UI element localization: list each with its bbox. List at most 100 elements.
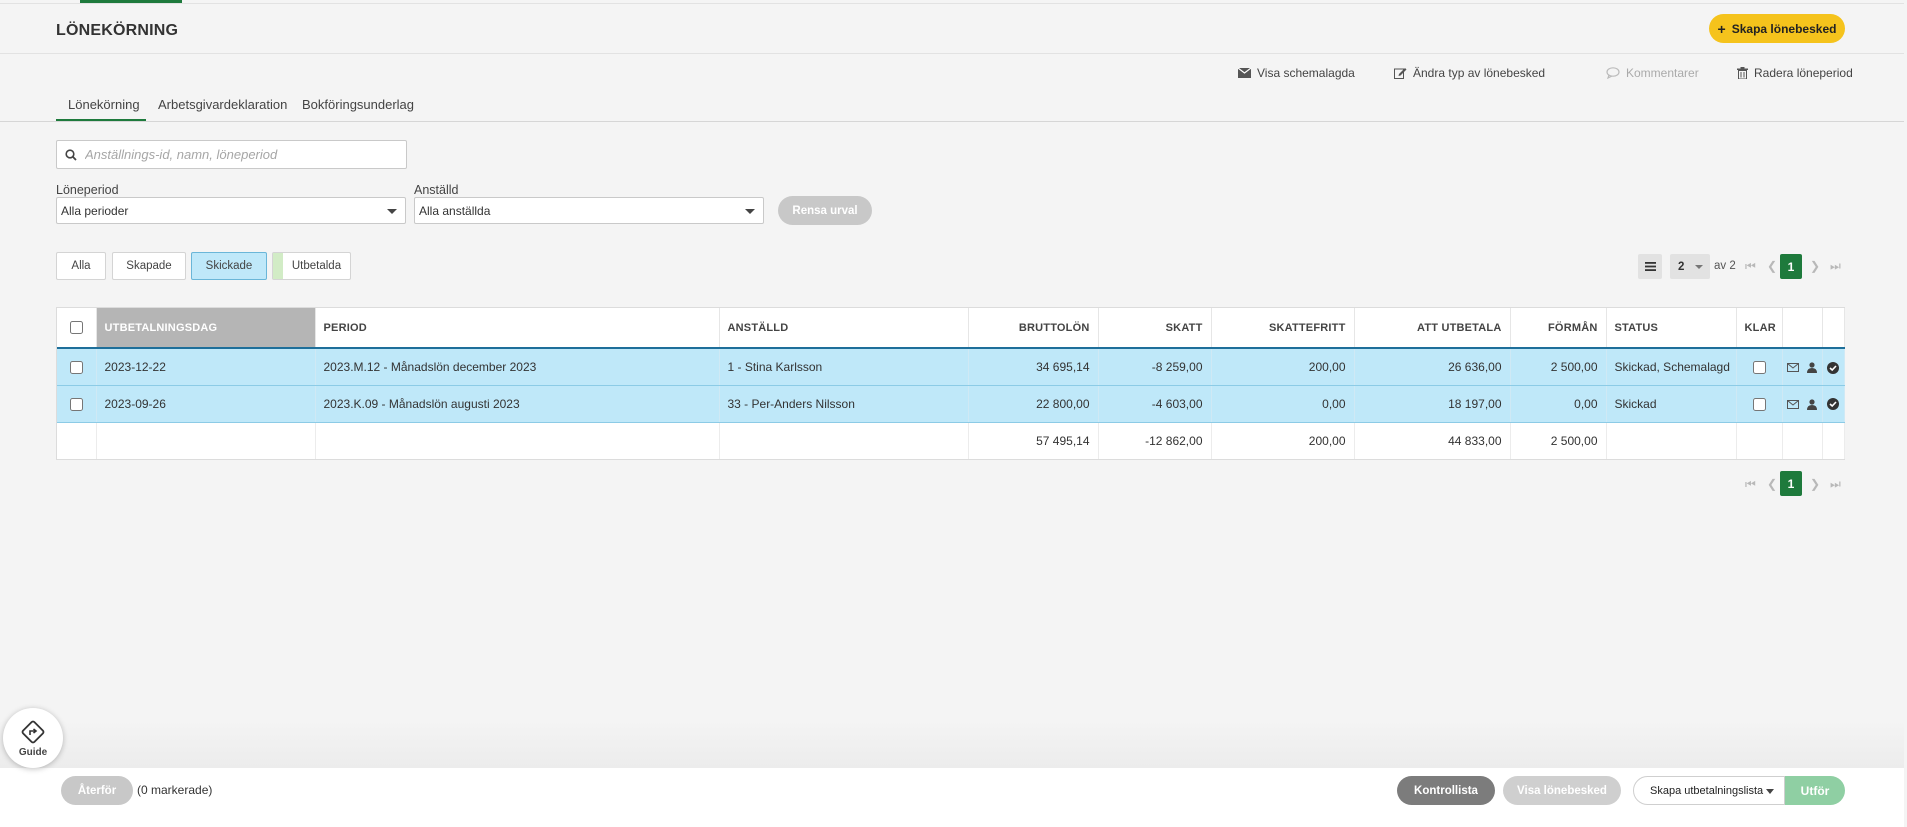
chevron-down-icon	[745, 209, 755, 214]
column-header-gross[interactable]: Bruttolön	[968, 308, 1099, 349]
comments-label: Kommentarer	[1626, 66, 1699, 80]
column-header-taxfree[interactable]: Skattefritt	[1211, 308, 1355, 349]
table-header-row: Utbetalningsdag Period Anställd Bruttolö…	[57, 308, 1845, 349]
user-icon[interactable]	[1806, 399, 1817, 410]
previous-page-icon[interactable]: ❮	[1767, 477, 1777, 491]
status-cell: Skickad	[1606, 385, 1737, 423]
payout-date-cell: 2023-09-26	[96, 385, 316, 423]
payout-list-select[interactable]: Skapa utbetalningslista	[1633, 776, 1785, 805]
plus-icon: +	[1717, 20, 1726, 37]
route-icon	[21, 720, 45, 743]
status-filter-paid[interactable]: Utbetalda	[272, 252, 351, 280]
payslip-table: Utbetalningsdag Period Anställd Bruttolö…	[56, 307, 1845, 460]
total-taxfree: 200,00	[1211, 422, 1355, 459]
employee-cell: 33 - Per-Anders Nilsson	[719, 385, 969, 423]
create-payslip-button[interactable]: + Skapa lönebesked	[1709, 14, 1845, 43]
employee-cell: 1 - Stina Karlsson	[719, 348, 969, 386]
status-filter-sent[interactable]: Skickade	[191, 252, 267, 280]
trash-icon	[1737, 67, 1748, 79]
gross-cell: 22 800,00	[968, 385, 1099, 423]
first-page-icon[interactable]: ⏮	[1745, 259, 1756, 274]
status-cell: Skickad, Schemalagd	[1606, 348, 1737, 386]
total-gross: 57 495,14	[968, 422, 1099, 459]
check-circle-icon	[1827, 398, 1839, 411]
last-page-icon[interactable]: ⏭	[1830, 259, 1841, 274]
period-select[interactable]: Alla perioder	[56, 197, 406, 224]
tab-employer-declaration[interactable]: Arbetsgivardeklaration	[158, 97, 287, 112]
next-page-icon[interactable]: ❯	[1810, 259, 1820, 273]
list-view-button[interactable]	[1638, 254, 1662, 279]
column-header-payout-date[interactable]: Utbetalningsdag	[96, 308, 316, 349]
next-page-icon[interactable]: ❯	[1810, 477, 1820, 491]
current-page-button[interactable]: 1	[1780, 254, 1802, 279]
first-page-icon[interactable]: ⏮	[1745, 477, 1756, 492]
delete-period-action[interactable]: Radera löneperiod	[1737, 66, 1853, 80]
clear-selection-button[interactable]: Rensa urval	[778, 196, 872, 225]
row-select-cell	[57, 348, 97, 386]
column-header-period[interactable]: Period	[315, 308, 720, 349]
comments-action[interactable]: Kommentarer	[1606, 66, 1699, 80]
select-all-checkbox[interactable]	[69, 321, 83, 334]
show-scheduled-action[interactable]: Visa schemalagda	[1238, 66, 1355, 80]
check-circle-icon	[1827, 361, 1839, 374]
taxfree-cell: 0,00	[1211, 385, 1355, 423]
period-cell: 2023.M.12 - Månadslön december 2023	[315, 348, 720, 386]
edit-icon	[1394, 68, 1407, 79]
envelope-icon	[1238, 68, 1251, 78]
column-header-tax[interactable]: Skatt	[1098, 308, 1212, 349]
page-size-select[interactable]: 2	[1670, 254, 1710, 279]
done-cell	[1736, 385, 1783, 423]
row-select-checkbox[interactable]	[69, 360, 83, 374]
status-filter-all[interactable]: Alla	[56, 252, 106, 280]
undo-button[interactable]: Återför	[61, 776, 133, 805]
envelope-icon[interactable]	[1787, 399, 1800, 409]
column-header-done[interactable]: Klar	[1736, 308, 1783, 349]
status-filter-created[interactable]: Skapade	[112, 252, 186, 280]
chevron-down-icon	[387, 209, 397, 214]
run-button[interactable]: Utför	[1785, 776, 1845, 805]
row-actions-cell	[1782, 385, 1823, 423]
approved-cell	[1822, 348, 1845, 386]
search-input[interactable]	[85, 147, 385, 162]
column-header-benefit[interactable]: Förmån	[1510, 308, 1607, 349]
payout-date-cell: 2023-12-22	[96, 348, 316, 386]
column-header-employee[interactable]: Anställd	[719, 308, 969, 349]
divider	[0, 53, 1904, 54]
status-filter-paid-label: Utbetalda	[291, 260, 342, 272]
done-checkbox[interactable]	[1752, 397, 1766, 411]
column-header-actions	[1782, 308, 1823, 349]
tax-cell: -4 603,00	[1098, 385, 1212, 423]
period-cell: 2023.K.09 - Månadslön augusti 2023	[315, 385, 720, 423]
previous-page-icon[interactable]: ❮	[1767, 259, 1777, 273]
table-row[interactable]: 2023-12-22 2023.M.12 - Månadslön decembe…	[57, 348, 1845, 386]
delete-period-label: Radera löneperiod	[1754, 66, 1853, 80]
current-page-button[interactable]: 1	[1780, 471, 1802, 496]
row-actions-cell	[1782, 348, 1823, 386]
taxfree-cell: 200,00	[1211, 348, 1355, 386]
paid-color-marker	[273, 253, 283, 279]
row-select-checkbox[interactable]	[69, 397, 83, 411]
period-select-value: Alla perioder	[61, 203, 129, 218]
checklist-button[interactable]: Kontrollista	[1397, 776, 1495, 805]
done-checkbox[interactable]	[1752, 360, 1766, 374]
guide-button[interactable]: Guide	[3, 708, 63, 768]
table-row[interactable]: 2023-09-26 2023.K.09 - Månadslön augusti…	[57, 385, 1845, 423]
employee-select[interactable]: Alla anställda	[414, 197, 764, 224]
create-payslip-label: Skapa lönebesked	[1731, 21, 1837, 36]
page-title: LÖNEKÖRNING	[56, 22, 179, 39]
column-header-payout[interactable]: Att utbetala	[1354, 308, 1511, 349]
show-scheduled-label: Visa schemalagda	[1257, 66, 1355, 80]
gross-cell: 34 695,14	[968, 348, 1099, 386]
employee-filter-label: Anställd	[414, 183, 459, 197]
column-header-status[interactable]: Status	[1606, 308, 1737, 349]
tax-cell: -8 259,00	[1098, 348, 1212, 386]
last-page-icon[interactable]: ⏭	[1830, 477, 1841, 492]
change-type-action[interactable]: Ändra typ av lönebesked	[1394, 66, 1545, 80]
tab-payroll-run[interactable]: Lönekörning	[68, 97, 140, 112]
guide-label: Guide	[18, 746, 48, 758]
user-icon[interactable]	[1806, 362, 1817, 374]
envelope-icon[interactable]	[1787, 363, 1800, 373]
change-type-label: Ändra typ av lönebesked	[1413, 66, 1546, 80]
show-payslip-button[interactable]: Visa lönebesked	[1503, 776, 1621, 805]
tab-accounting-basis[interactable]: Bokföringsunderlag	[302, 97, 414, 112]
